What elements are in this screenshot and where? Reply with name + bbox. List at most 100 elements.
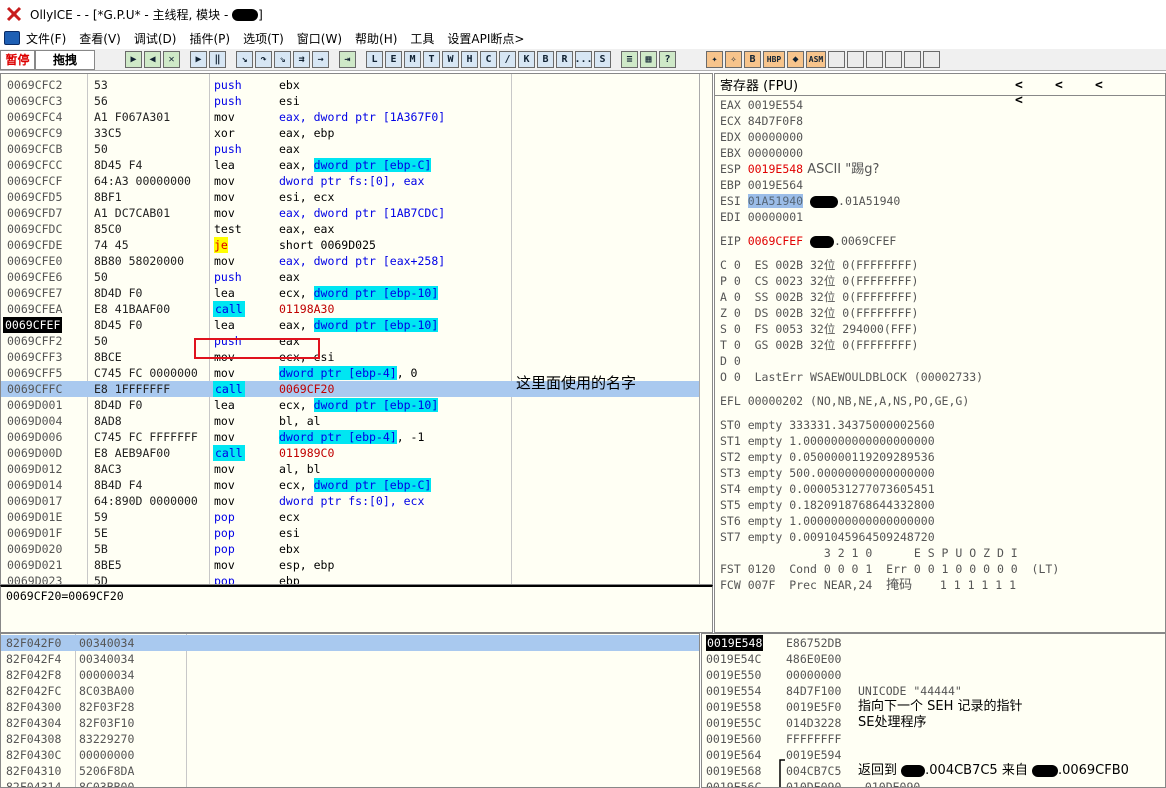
fpu-register[interactable]: ST5 empty 0.1820918768644332800 (720, 497, 935, 513)
menu-plugins[interactable]: 插件(P) (189, 30, 230, 47)
disasm-row[interactable]: 0069CFE7 8D4D F0 lea ecx, dword ptr [ebp-10… (1, 285, 699, 301)
disasm-row[interactable]: 0069CFCF 64:A3 00000000 mov dword ptr fs:[0… (1, 173, 699, 189)
disasm-row[interactable]: 0069D020 5B pop ebx (1, 541, 699, 557)
plugin-icon-3[interactable]: B (744, 51, 761, 68)
fpu-register[interactable]: ST0 empty 333331.34375000002560 (720, 417, 935, 433)
trace-into-icon[interactable]: ⇘ (274, 51, 291, 68)
empty-button-1[interactable] (828, 51, 845, 68)
menu-tools[interactable]: 工具 (410, 30, 434, 47)
stack-row[interactable]: 0019E558 0019E5F0 指向下一个 SEH 记录的指针 (702, 699, 1165, 715)
disasm-row[interactable]: 0069D00D E8 AEB9AF00 call 011989C0 (1, 445, 699, 461)
menu-options[interactable]: 选项(T) (243, 30, 284, 47)
disasm-row[interactable]: 0069CFE6 50 push eax (1, 269, 699, 285)
reg-esp[interactable]: ESP 0019E548 ASCII "踢g? (720, 161, 879, 177)
empty-button-3[interactable] (866, 51, 883, 68)
execute-till-return-icon[interactable]: → (312, 51, 329, 68)
dump-row[interactable]: 82F04308 83229270 (1, 731, 699, 747)
toolbar-R-button[interactable]: R (556, 51, 573, 68)
flag-row[interactable]: C 0 ES 002B 32位 0(FFFFFFFF) (720, 257, 918, 273)
reg-edi[interactable]: EDI 00000001 (720, 209, 803, 225)
toolbar-T-button[interactable]: T (423, 51, 440, 68)
stack-row[interactable]: 0019E554 84D7F100 UNICODE "44444" (702, 683, 1165, 699)
disasm-row[interactable]: 0069D004 8AD8 mov bl, al (1, 413, 699, 429)
reg-ecx[interactable]: ECX 84D7F0F8 (720, 113, 803, 129)
reg-efl[interactable]: EFL 00000202 (NO,NB,NE,A,NS,PO,GE,G) (720, 393, 969, 409)
disasm-row[interactable]: 0069CFEA E8 41BAAF00 call 01198A30 (1, 301, 699, 317)
disasm-row[interactable]: 0069CFF2 50 push eax (1, 333, 699, 349)
toolbar-K-button[interactable]: K (518, 51, 535, 68)
reg-edx[interactable]: EDX 00000000 (720, 129, 803, 145)
plugin-icon-1[interactable]: ✦ (706, 51, 723, 68)
reg-eax[interactable]: EAX 0019E554 (720, 97, 803, 113)
flag-row[interactable]: A 0 SS 002B 32位 0(FFFFFFFF) (720, 289, 918, 305)
flag-row[interactable]: O 0 LastErr WSAEWOULDBLOCK (00002733) (720, 369, 983, 385)
registers-header[interactable]: 寄存器 (FPU) < < << (715, 74, 1165, 108)
empty-button-6[interactable] (923, 51, 940, 68)
fpu-register[interactable]: ST3 empty 500.00000000000000000 (720, 465, 935, 481)
hbp-icon[interactable]: HBP (763, 51, 785, 68)
rewind-icon[interactable]: ◀ (144, 51, 161, 68)
reg-fcw[interactable]: FCW 007F Prec NEAR,24 掩码 1 1 1 1 1 1 (720, 577, 1016, 593)
nav-arrow-1[interactable]: < (1015, 78, 1055, 93)
flag-row[interactable]: D 0 (720, 353, 741, 369)
disasm-row[interactable]: 0069D001 8D4D F0 lea ecx, dword ptr [ebp-10… (1, 397, 699, 413)
list-icon[interactable]: ≡ (621, 51, 638, 68)
disasm-row[interactable]: 0069CFDC 85C0 test eax, eax (1, 221, 699, 237)
toolbar-W-button[interactable]: W (442, 51, 459, 68)
disasm-row[interactable]: 0069D01E 59 pop ecx (1, 509, 699, 525)
stack-row[interactable]: 0019E548 E86752DB (702, 635, 1165, 651)
disasm-row[interactable]: 0069CFDE 74 45 je short 0069D025 (1, 237, 699, 253)
flag-row[interactable]: S 0 FS 0053 32位 294000(FFF) (720, 321, 918, 337)
dump-row[interactable]: 82F04304 82F03F10 (1, 715, 699, 731)
dump-row[interactable]: 82F04310 5206F8DA (1, 763, 699, 779)
disasm-row[interactable]: 0069D01F 5E pop esi (1, 525, 699, 541)
close-icon[interactable]: ✕ (163, 51, 180, 68)
dump-row[interactable]: 82F04300 82F03F28 (1, 699, 699, 715)
disasm-row[interactable]: 0069D017 64:890D 0000000 mov dword ptr fs:[… (1, 493, 699, 509)
pause-button[interactable]: 暂停 (0, 49, 35, 70)
toolbar-B-button[interactable]: B (537, 51, 554, 68)
menu-help[interactable]: 帮助(H) (355, 30, 397, 47)
reg-ebp[interactable]: EBP 0019E564 (720, 177, 803, 193)
toolbar-C-button[interactable]: C (480, 51, 497, 68)
fpu-register[interactable]: ST6 empty 1.0000000000000000000 (720, 513, 935, 529)
stack-pane[interactable]: 0019E548 E86752DB 0019E54C 486E0E00 0019E550… (701, 633, 1166, 788)
toolbar-L-button[interactable]: L (366, 51, 383, 68)
disasm-row[interactable]: 0069CFD7 A1 DC7CAB01 mov eax, dword ptr [1A… (1, 205, 699, 221)
disasm-row[interactable]: 0069CFE0 8B80 58020000 mov eax, dword ptr [… (1, 253, 699, 269)
open-icon[interactable]: ▶ (125, 51, 142, 68)
disasm-row[interactable]: 0069D012 8AC3 mov al, bl (1, 461, 699, 477)
menu-api-breakpoints[interactable]: 设置API断点> (447, 30, 524, 47)
fpu-register[interactable]: ST2 empty 0.0500000119209289536 (720, 449, 935, 465)
plugin-icon-2[interactable]: ✧ (725, 51, 742, 68)
step-into-icon[interactable]: ↘ (236, 51, 253, 68)
drag-button[interactable]: 拖拽 (35, 49, 95, 70)
menu-file[interactable]: 文件(F) (26, 30, 66, 47)
stack-row[interactable]: 0019E564 0019E594 (702, 747, 1165, 763)
dump-row[interactable]: 82F0430C 00000000 (1, 747, 699, 763)
stack-row[interactable]: 0019E56C 010DE090 .010DE090 (702, 779, 1165, 787)
dump-row[interactable]: 82F042F4 00340034 (1, 651, 699, 667)
disasm-row[interactable]: 0069D006 C745 FC FFFFFFF mov dword ptr [ebp… (1, 429, 699, 445)
toolbar-H-button[interactable]: H (461, 51, 478, 68)
disasm-row[interactable]: 0069CFF3 8BCE mov ecx, esi (1, 349, 699, 365)
disasm-row[interactable]: 0069CFD5 8BF1 mov esi, ecx (1, 189, 699, 205)
disasm-row[interactable]: 0069CFC2 53 push ebx (1, 77, 699, 93)
disasm-row[interactable]: 0069CFC9 33C5 xor eax, ebp (1, 125, 699, 141)
step-over-icon[interactable]: ↷ (255, 51, 272, 68)
stack-row[interactable]: 0019E55C 014D3228 SE处理程序 (702, 715, 1165, 731)
fpu-register[interactable]: ST1 empty 1.0000000000000000000 (720, 433, 935, 449)
disasm-row[interactable]: 0069D021 8BE5 mov esp, ebp (1, 557, 699, 573)
dump-pane[interactable]: 82F042F0 00340034 82F042F4 00340034 82F042F8… (0, 633, 700, 788)
toolbar-slash-button[interactable]: / (499, 51, 516, 68)
run-icon[interactable]: ▶ (190, 51, 207, 68)
reg-esi[interactable]: ESI 01A51940 .01A51940 (720, 193, 900, 209)
asm-icon[interactable]: ASM (806, 51, 826, 68)
trace-over-icon[interactable]: ⇉ (293, 51, 310, 68)
registers-pane[interactable]: 寄存器 (FPU) < < << EAX 0019E554 ECX 84D7F0F8… (714, 73, 1166, 633)
stack-row[interactable]: 0019E568 004CB7C5 返回到 .004CB7C5 来自 .0069CF… (702, 763, 1165, 779)
menu-window[interactable]: 窗口(W) (297, 30, 342, 47)
help-icon[interactable]: ? (659, 51, 676, 68)
fpu-register[interactable]: ST4 empty 0.0000531277073605451 (720, 481, 935, 497)
disasm-row[interactable]: 0069CFC3 56 push esi (1, 93, 699, 109)
